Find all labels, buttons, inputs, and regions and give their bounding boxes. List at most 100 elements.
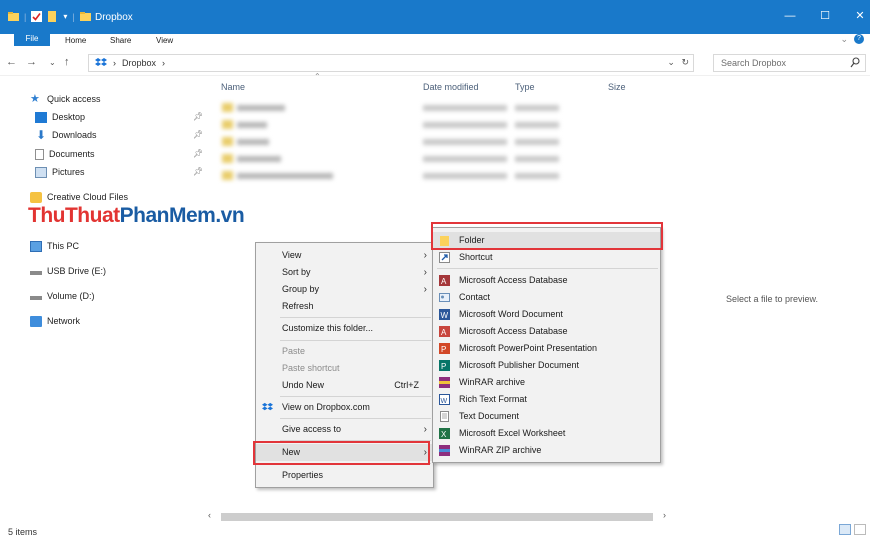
menu-label: Refresh bbox=[282, 301, 314, 311]
back-icon[interactable]: ← bbox=[6, 56, 17, 68]
nav-desktop[interactable]: Desktop bbox=[35, 109, 85, 125]
menu-item-paste[interactable]: Paste bbox=[256, 343, 433, 360]
column-size[interactable]: Size bbox=[608, 82, 626, 92]
dropbox-icon bbox=[95, 58, 107, 66]
search-icon[interactable] bbox=[850, 57, 860, 68]
watermark-part: PhanMem bbox=[119, 204, 216, 227]
large-icons-view-icon[interactable] bbox=[854, 524, 866, 535]
desktop-icon bbox=[35, 111, 47, 123]
rich-text-icon: W bbox=[439, 394, 450, 405]
submenu-item-powerpoint[interactable]: P Microsoft PowerPoint Presentation bbox=[433, 340, 660, 357]
column-date-modified[interactable]: Date modified bbox=[423, 82, 479, 92]
nav-creative-cloud[interactable]: Creative Cloud Files bbox=[30, 189, 128, 205]
search-box[interactable]: Search Dropbox bbox=[713, 54, 866, 72]
pin-icon[interactable]: 📌︎ bbox=[193, 149, 203, 158]
submenu-item-excel[interactable]: X Microsoft Excel Worksheet bbox=[433, 425, 660, 442]
submenu-item-rtf[interactable]: W Rich Text Format bbox=[433, 391, 660, 408]
computer-icon bbox=[30, 240, 42, 252]
menu-item-customize[interactable]: Customize this folder... bbox=[256, 320, 433, 337]
nav-documents[interactable]: Documents bbox=[35, 146, 95, 162]
menu-label: Microsoft Access Database bbox=[459, 326, 568, 336]
scroll-left-icon[interactable]: ‹ bbox=[208, 510, 211, 520]
pin-icon[interactable]: 📌︎ bbox=[193, 130, 203, 139]
submenu-item-publisher[interactable]: P Microsoft Publisher Document bbox=[433, 357, 660, 374]
submenu-item-shortcut[interactable]: Shortcut bbox=[433, 249, 660, 266]
scroll-right-icon[interactable]: › bbox=[663, 510, 666, 520]
menu-separator bbox=[437, 268, 658, 269]
expand-ribbon-icon[interactable]: ⌄ bbox=[840, 34, 848, 45]
menu-item-undo-new[interactable]: Undo New Ctrl+Z bbox=[256, 377, 433, 394]
documents-icon bbox=[35, 148, 44, 160]
customize-toolbar-icon[interactable]: ▾ bbox=[63, 12, 67, 21]
nav-volume-d[interactable]: Volume (D:) bbox=[30, 288, 95, 304]
folder-icon bbox=[8, 12, 19, 21]
winrar-zip-icon bbox=[439, 445, 450, 456]
horizontal-scrollbar[interactable]: ‹ › bbox=[208, 510, 666, 523]
menu-separator bbox=[280, 418, 431, 419]
menu-item-group-by[interactable]: Group by › bbox=[256, 281, 433, 298]
new-folder-icon[interactable] bbox=[47, 11, 58, 22]
menu-label: Contact bbox=[459, 292, 491, 302]
column-type[interactable]: Type bbox=[515, 82, 535, 92]
submenu-arrow-icon: › bbox=[423, 424, 427, 435]
menu-item-sort-by[interactable]: Sort by › bbox=[256, 264, 433, 281]
up-icon[interactable]: ↑ bbox=[64, 56, 70, 68]
tab-view[interactable]: View bbox=[156, 34, 173, 48]
properties-check-icon[interactable] bbox=[31, 11, 43, 22]
nav-this-pc[interactable]: This PC bbox=[30, 238, 79, 254]
minimize-button[interactable]: — bbox=[780, 8, 800, 24]
submenu-item-contact[interactable]: Contact bbox=[433, 289, 660, 306]
powerpoint-icon: P bbox=[439, 343, 450, 354]
maximize-button[interactable]: ☐ bbox=[815, 8, 835, 24]
menu-label: Microsoft PowerPoint Presentation bbox=[459, 343, 598, 353]
submenu-item-word[interactable]: W Microsoft Word Document bbox=[433, 306, 660, 323]
address-bar[interactable]: › Dropbox › ⌄ ↻ bbox=[88, 54, 694, 72]
forward-icon[interactable]: → bbox=[26, 56, 37, 68]
creative-cloud-icon bbox=[30, 191, 42, 203]
tab-home[interactable]: Home bbox=[65, 34, 86, 48]
nav-quick-access[interactable]: ★ Quick access bbox=[30, 91, 101, 107]
watermark-part: ThuThuat bbox=[28, 204, 120, 227]
submenu-item-access-2[interactable]: A Microsoft Access Database bbox=[433, 323, 660, 340]
access-icon: A bbox=[439, 275, 450, 286]
pin-icon[interactable]: 📌︎ bbox=[193, 167, 203, 176]
tab-share[interactable]: Share bbox=[110, 34, 131, 48]
ribbon-tabs: File Home Share View ⌄ ? bbox=[0, 32, 870, 48]
menu-separator bbox=[280, 317, 431, 318]
close-button[interactable]: ✕ bbox=[850, 8, 870, 24]
menu-item-view[interactable]: View › bbox=[256, 247, 433, 264]
column-name[interactable]: Name bbox=[221, 82, 245, 92]
search-input[interactable]: Search Dropbox bbox=[721, 58, 786, 68]
tab-file[interactable]: File bbox=[14, 32, 50, 46]
download-icon: ⬇ bbox=[35, 127, 47, 142]
network-icon bbox=[30, 315, 42, 327]
menu-item-view-dropbox[interactable]: View on Dropbox.com bbox=[256, 399, 433, 416]
drive-icon bbox=[30, 271, 42, 275]
recent-locations-icon[interactable]: ⌄ bbox=[49, 58, 56, 67]
access-icon: A bbox=[439, 326, 450, 337]
view-toggle bbox=[839, 524, 866, 535]
nav-label: Pictures bbox=[52, 167, 85, 177]
submenu-item-winrar[interactable]: WinRAR archive bbox=[433, 374, 660, 391]
menu-item-paste-shortcut[interactable]: Paste shortcut bbox=[256, 360, 433, 377]
breadcrumb-dropbox[interactable]: Dropbox bbox=[122, 58, 156, 68]
menu-item-refresh[interactable]: Refresh bbox=[256, 298, 433, 315]
highlight-folder bbox=[431, 222, 663, 250]
nav-usb-drive[interactable]: USB Drive (E:) bbox=[30, 263, 106, 279]
menu-item-give-access[interactable]: Give access to › bbox=[256, 421, 433, 438]
scrollbar-thumb[interactable] bbox=[221, 513, 653, 521]
details-view-icon[interactable] bbox=[839, 524, 851, 535]
nav-pictures[interactable]: Pictures bbox=[35, 164, 85, 180]
pin-icon[interactable]: 📌︎ bbox=[193, 112, 203, 121]
nav-downloads[interactable]: ⬇ Downloads bbox=[35, 127, 97, 143]
refresh-icon[interactable]: ↻ bbox=[681, 57, 689, 67]
title-bar: | ▾ | Dropbox — ☐ ✕ bbox=[0, 0, 870, 34]
submenu-item-access[interactable]: A Microsoft Access Database bbox=[433, 272, 660, 289]
help-icon[interactable]: ? bbox=[854, 34, 864, 44]
address-dropdown-icon[interactable]: ⌄ bbox=[667, 57, 675, 67]
submenu-item-winrar-zip[interactable]: WinRAR ZIP archive bbox=[433, 442, 660, 459]
nav-network[interactable]: Network bbox=[30, 313, 80, 329]
menu-item-properties[interactable]: Properties bbox=[256, 467, 433, 484]
submenu-item-text[interactable]: Text Document bbox=[433, 408, 660, 425]
breadcrumb-chevron-icon[interactable]: › bbox=[162, 58, 165, 68]
